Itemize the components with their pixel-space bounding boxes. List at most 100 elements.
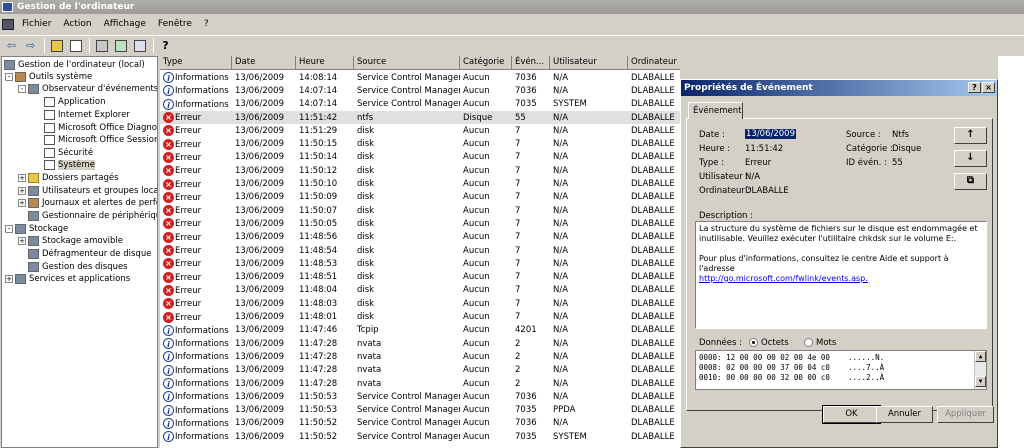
table-row[interactable]: i Informations 13/06/2009 11:50:53 Service C…: [160, 404, 680, 417]
table-row[interactable]: × Erreur 13/06/2009 11:48:03 disk Aucun 7 N/A DL…: [160, 297, 680, 310]
description-textbox[interactable]: La structure du système de fichiers sur …: [695, 221, 987, 329]
collapse-toggle[interactable]: -: [5, 73, 13, 81]
date-value[interactable]: 13/06/2009: [745, 129, 796, 139]
column-header[interactable]: Ordinateur: [628, 56, 680, 70]
tree-node-local-users[interactable]: + Utilisateurs et groupes locau: [18, 185, 157, 197]
table-row[interactable]: i Informations 13/06/2009 11:47:28 nvata Aucu…: [160, 377, 680, 390]
table-row[interactable]: × Erreur 13/06/2009 11:50:07 disk Aucun 7 N/A DL…: [160, 204, 680, 217]
scroll-up-icon[interactable]: ▲: [975, 351, 986, 362]
table-row[interactable]: × Erreur 13/06/2009 11:48:04 disk Aucun 7 N/A DL…: [160, 284, 680, 297]
back-arrow-icon[interactable]: ⇦: [3, 37, 20, 54]
table-row[interactable]: × Erreur 13/06/2009 11:50:05 disk Aucun 7 N/A DL…: [160, 217, 680, 230]
expand-toggle[interactable]: +: [5, 275, 13, 283]
table-row[interactable]: i Informations 13/06/2009 11:50:53 Service C…: [160, 390, 680, 403]
cancel-button[interactable]: Annuler: [876, 406, 933, 423]
tree-node-system-log[interactable]: Système: [44, 159, 95, 171]
table-row[interactable]: × Erreur 13/06/2009 11:50:12 disk Aucun 7 N/A DL…: [160, 164, 680, 177]
tree-node-device-manager[interactable]: Gestionnaire de périphérique: [28, 210, 157, 222]
collapse-toggle[interactable]: -: [5, 225, 13, 233]
radio-words-option[interactable]: Mots: [804, 338, 836, 348]
table-row[interactable]: i Informations 13/06/2009 14:07:14 Service C…: [160, 98, 680, 111]
log-icon: [44, 148, 55, 158]
dialog-close-button[interactable]: ×: [982, 82, 995, 93]
column-header[interactable]: Utilisateur: [550, 56, 628, 70]
table-row[interactable]: i Informations 13/06/2009 14:08:14 Service C…: [160, 71, 680, 84]
tree-node-disk-defrag[interactable]: Défragmenteur de disque: [28, 248, 151, 260]
table-row[interactable]: × Erreur 13/06/2009 11:50:09 disk Aucun 7 N/A DL…: [160, 191, 680, 204]
help-icon[interactable]: ?: [157, 37, 174, 54]
menu-fenetre[interactable]: Fenêtre: [152, 19, 198, 29]
tree-node-computer-management[interactable]: Gestion de l'ordinateur (local): [4, 59, 145, 71]
tab-event[interactable]: Événement: [688, 102, 743, 119]
table-row[interactable]: i Informations 13/06/2009 11:47:28 nvata Aucu…: [160, 337, 680, 350]
tree-node-shared-folders[interactable]: + Dossiers partagés: [18, 172, 119, 184]
table-row[interactable]: × Erreur 13/06/2009 11:48:51 disk Aucun 7 N/A DL…: [160, 271, 680, 284]
table-row[interactable]: × Erreur 13/06/2009 11:51:29 disk Aucun 7 N/A DL…: [160, 124, 680, 137]
table-cell: N/A: [553, 245, 569, 256]
next-event-button[interactable]: ↓: [954, 150, 987, 167]
dialog-help-button[interactable]: ?: [968, 82, 981, 93]
tree-node-system-tools[interactable]: - Outils système: [5, 71, 92, 83]
apply-button[interactable]: Appliquer: [937, 406, 994, 423]
table-row[interactable]: i Informations 13/06/2009 11:47:28 nvata Aucu…: [160, 364, 680, 377]
column-header[interactable]: Type: [160, 56, 232, 70]
up-folder-icon[interactable]: [48, 37, 65, 54]
column-header[interactable]: Catégorie: [460, 56, 512, 70]
radio-bytes[interactable]: [749, 338, 758, 347]
tree-node-event-viewer[interactable]: - Observateur d'événements: [18, 83, 157, 95]
tree-node-office-diagnostics-log[interactable]: Microsoft Office Diagnost: [44, 122, 157, 134]
expand-toggle[interactable]: +: [18, 174, 26, 182]
table-row[interactable]: i Informations 13/06/2009 11:50:52 Service C…: [160, 417, 680, 430]
column-header[interactable]: Heure: [296, 56, 354, 70]
table-row[interactable]: × Erreur 13/06/2009 11:48:54 disk Aucun 7 N/A DL…: [160, 244, 680, 257]
radio-words[interactable]: [804, 338, 813, 347]
data-scrollbar[interactable]: ▲ ▼: [974, 351, 986, 389]
expand-toggle[interactable]: +: [18, 199, 26, 207]
table-row[interactable]: × Erreur 13/06/2009 11:48:56 disk Aucun 7 N/A DL…: [160, 231, 680, 244]
expand-toggle[interactable]: +: [18, 237, 26, 245]
column-header[interactable]: Source: [354, 56, 460, 70]
table-cell: Aucun: [463, 192, 490, 203]
collapse-toggle[interactable]: -: [18, 85, 26, 93]
column-header[interactable]: Évén...: [512, 56, 550, 70]
table-row[interactable]: i Informations 13/06/2009 11:47:28 nvata Aucu…: [160, 350, 680, 363]
tree-node-ie-log[interactable]: Internet Explorer: [44, 109, 130, 121]
description-link[interactable]: http://go.microsoft.com/fwlink/events.as…: [699, 274, 983, 284]
radio-bytes-option[interactable]: Octets: [749, 338, 789, 348]
properties-icon[interactable]: [93, 37, 110, 54]
show-hide-tree-icon[interactable]: [67, 37, 84, 54]
table-row[interactable]: i Informations 13/06/2009 11:50:52 Service C…: [160, 430, 680, 443]
table-row[interactable]: × Erreur 13/06/2009 11:48:01 disk Aucun 7 N/A DL…: [160, 310, 680, 323]
table-row[interactable]: × Erreur 13/06/2009 11:50:10 disk Aucun 7 N/A DL…: [160, 177, 680, 190]
tree-node-storage[interactable]: - Stockage: [5, 223, 68, 235]
tree-node-services-apps[interactable]: + Services et applications: [5, 273, 130, 285]
table-row[interactable]: × Erreur 13/06/2009 11:48:53 disk Aucun 7 N/A DL…: [160, 257, 680, 270]
table-row[interactable]: × Erreur 13/06/2009 11:50:14 disk Aucun 7 N/A DL…: [160, 151, 680, 164]
table-row[interactable]: × Erreur 13/06/2009 11:50:15 disk Aucun 7 N/A DL…: [160, 138, 680, 151]
tree-node-security-log[interactable]: Sécurité: [44, 147, 93, 159]
refresh-icon[interactable]: [112, 37, 129, 54]
table-row[interactable]: × Erreur 13/06/2009 11:51:42 ntfs Disque 55 N/A…: [160, 110, 680, 125]
menu-fichier[interactable]: Fichier: [16, 19, 57, 29]
expand-toggle[interactable]: +: [18, 187, 26, 195]
tree-node-disk-management[interactable]: Gestion des disques: [28, 261, 128, 273]
tree-node-office-sessions-log[interactable]: Microsoft Office Sessions: [44, 134, 157, 146]
copy-event-button[interactable]: ⧉: [954, 173, 987, 190]
system-menu-icon[interactable]: [2, 18, 14, 30]
forward-arrow-icon[interactable]: ⇨: [22, 37, 39, 54]
export-list-icon[interactable]: [131, 37, 148, 54]
tree-node-removable-storage[interactable]: + Stockage amovible: [18, 235, 123, 247]
menu-help[interactable]: ?: [198, 19, 215, 29]
column-header[interactable]: Date: [232, 56, 296, 70]
table-row[interactable]: i Informations 13/06/2009 11:47:46 Tcpip Aucu…: [160, 324, 680, 337]
menu-affichage[interactable]: Affichage: [98, 19, 152, 29]
table-cell: 13/06/2009: [235, 365, 284, 376]
data-hex-view[interactable]: 0000: 12 00 00 00 02 00 4e 00 ......N. 0…: [695, 350, 987, 390]
tree-node-perf-logs[interactable]: + Journaux et alertes de perfo: [18, 197, 157, 209]
scroll-down-icon[interactable]: ▼: [975, 376, 986, 387]
ok-button[interactable]: OK: [822, 405, 881, 424]
previous-event-button[interactable]: ↑: [954, 127, 987, 144]
table-row[interactable]: i Informations 13/06/2009 14:07:14 Service C…: [160, 84, 680, 97]
tree-node-application-log[interactable]: Application: [44, 96, 106, 108]
menu-action[interactable]: Action: [57, 19, 97, 29]
